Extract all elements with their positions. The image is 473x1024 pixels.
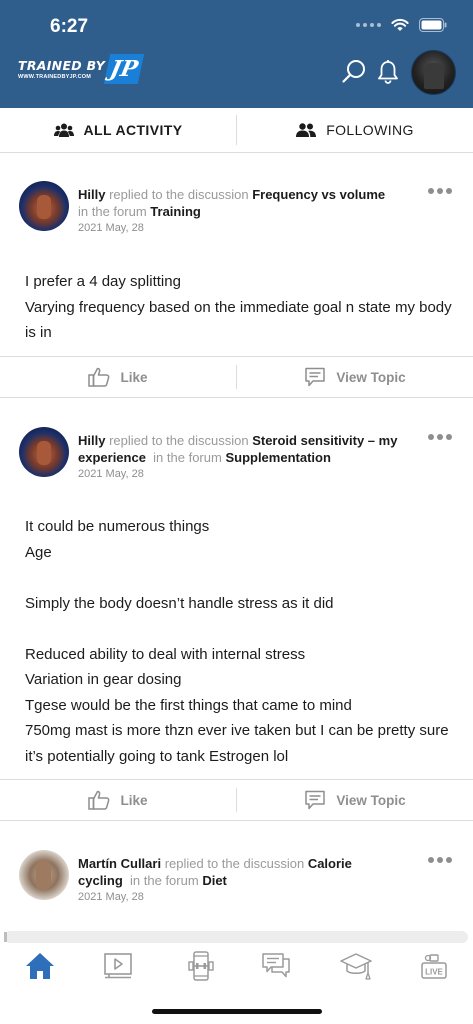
scroll-grip: [4, 932, 7, 942]
activity-date: 2021 May, 28: [78, 468, 144, 480]
thumbs-up-icon: [88, 367, 110, 387]
app-header: 6:27 TRAINED BY WWW.TRAINEDBYJP.COM JP: [0, 0, 473, 108]
logo-badge: JP: [103, 54, 145, 84]
more-options-icon[interactable]: [428, 855, 454, 865]
scroll-strip: [0, 930, 473, 944]
nav-workouts[interactable]: [181, 949, 221, 983]
activity-card: Hilly replied to the discussion Steroid …: [0, 399, 473, 823]
action-text: replied to the discussion: [109, 433, 249, 448]
battery-icon: [419, 18, 447, 32]
post-line: Simply the body doesn’t handle stress as…: [25, 594, 334, 612]
video-icon: [104, 953, 132, 979]
home-icon: [26, 953, 54, 979]
more-options-icon[interactable]: [428, 432, 454, 442]
post-line: Age: [25, 543, 52, 561]
forum-link[interactable]: Training: [150, 204, 201, 219]
search-icon[interactable]: [341, 59, 367, 85]
users-icon: [296, 123, 317, 137]
nav-forums[interactable]: [256, 949, 296, 983]
status-time: 6:27: [50, 16, 89, 37]
topic-link[interactable]: Frequency vs volume: [252, 187, 385, 202]
activity-card: Hilly replied to the discussion Frequenc…: [0, 153, 473, 398]
activity-date: 2021 May, 28: [78, 222, 144, 234]
post-line: [25, 616, 455, 642]
status-icons: [356, 18, 447, 32]
user-name[interactable]: Hilly: [78, 187, 105, 202]
user-name[interactable]: Martín Cullari: [78, 856, 161, 871]
post-line: It could be numerous things: [25, 518, 210, 535]
like-label: Like: [120, 792, 148, 808]
signal-icon: [356, 23, 381, 27]
post-body: It could be numerous things Age Simply t…: [25, 514, 455, 769]
forums-icon: [262, 953, 290, 978]
post-line: Reduced ability to deal with internal st…: [25, 645, 306, 663]
tab-following[interactable]: FOLLOWING: [237, 108, 473, 152]
live-icon: LIVE: [421, 954, 447, 979]
profile-avatar[interactable]: [411, 50, 456, 95]
post-line: 750mg mast is more thzn ever ive taken b…: [25, 722, 449, 765]
activity-meta: Hilly replied to the discussion Frequenc…: [78, 186, 398, 220]
action-text: replied to the discussion: [109, 187, 249, 202]
activity-meta: Martín Cullari replied to the discussion…: [78, 855, 398, 889]
action-text: replied to the discussion: [164, 856, 305, 871]
view-topic-button[interactable]: View Topic: [237, 357, 473, 397]
home-indicator: [152, 1009, 322, 1014]
logo-url: WWW.TRAINEDBYJP.COM: [18, 74, 92, 80]
activity-card: Martín Cullari replied to the discussion…: [0, 822, 473, 943]
nav-courses[interactable]: [336, 949, 376, 983]
forum-link[interactable]: Diet: [202, 873, 227, 888]
brand-logo[interactable]: TRAINED BY WWW.TRAINEDBYJP.COM JP: [18, 54, 145, 84]
live-label: LIVE: [425, 968, 443, 977]
nav-live[interactable]: LIVE: [414, 949, 454, 983]
thumbs-up-icon: [88, 790, 110, 810]
post-line: Varying frequency based on the immediate…: [25, 298, 452, 342]
post-line: Tgese would be the first things that cam…: [25, 696, 352, 714]
wifi-icon: [391, 18, 409, 32]
tab-all-activity-label: ALL ACTIVITY: [83, 122, 183, 138]
activity-feed[interactable]: Hilly replied to the discussion Frequenc…: [0, 153, 473, 943]
comment-icon: [305, 790, 326, 810]
tab-all-activity[interactable]: ALL ACTIVITY: [0, 108, 236, 152]
avatar[interactable]: [19, 427, 69, 477]
activity-date: 2021 May, 28: [78, 891, 144, 903]
activity-meta: Hilly replied to the discussion Steroid …: [78, 432, 398, 466]
post-line: I prefer a 4 day splitting: [25, 273, 181, 290]
logo-text: TRAINED BY: [18, 58, 106, 73]
post-body: I prefer a 4 day splitting Varying frequ…: [25, 269, 455, 346]
post-actions: Like View Topic: [0, 779, 473, 821]
avatar[interactable]: [19, 181, 69, 231]
like-button[interactable]: Like: [0, 780, 236, 820]
user-name[interactable]: Hilly: [78, 433, 105, 448]
workout-phone-icon: [188, 951, 214, 981]
like-label: Like: [120, 369, 148, 385]
avatar[interactable]: [19, 850, 69, 900]
group-icon: [53, 123, 74, 137]
post-actions: Like View Topic: [0, 356, 473, 398]
activity-tabs: ALL ACTIVITY FOLLOWING: [0, 108, 473, 153]
nav-videos[interactable]: [98, 949, 138, 983]
view-topic-label: View Topic: [336, 369, 406, 385]
more-options-icon[interactable]: [428, 186, 454, 196]
courses-icon: [340, 953, 372, 980]
nav-home[interactable]: [20, 949, 60, 983]
forum-prefix: in the forum: [153, 450, 222, 465]
post-line: [25, 565, 455, 591]
forum-prefix: in the forum: [130, 873, 199, 888]
bell-icon[interactable]: [375, 59, 401, 85]
comment-icon: [305, 367, 326, 387]
like-button[interactable]: Like: [0, 357, 236, 397]
forum-prefix: in the forum: [78, 204, 147, 219]
forum-link[interactable]: Supplementation: [225, 450, 330, 465]
post-line: Variation in gear dosing: [25, 671, 182, 688]
view-topic-label: View Topic: [336, 792, 406, 808]
view-topic-button[interactable]: View Topic: [237, 780, 473, 820]
tab-following-label: FOLLOWING: [326, 122, 414, 138]
